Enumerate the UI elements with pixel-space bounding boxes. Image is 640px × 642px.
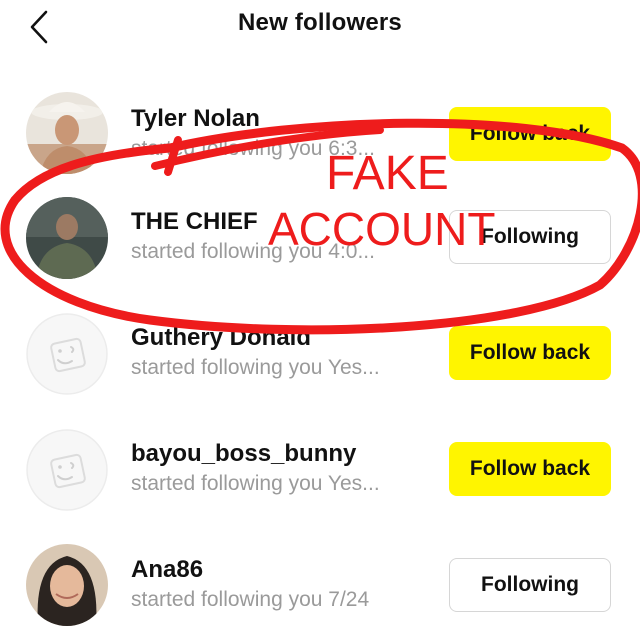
follow-subtitle: started following you 7/24 (131, 588, 370, 611)
avatar[interactable] (26, 197, 108, 279)
default-avatar-icon (26, 429, 108, 511)
default-avatar-icon (26, 313, 108, 395)
avatar[interactable] (26, 92, 108, 174)
fake-label: FAKE (326, 147, 449, 200)
follower-name[interactable]: bayou_boss_bunny (131, 440, 356, 468)
follower-name[interactable]: Ana86 (131, 556, 203, 584)
follow-back-button[interactable]: Follow back (449, 326, 611, 380)
follow-subtitle: started following you Yes... (131, 472, 380, 495)
follower-name[interactable]: Guthery Donald (131, 324, 311, 352)
list-item[interactable]: Tyler Nolan started following you 6:3...… (0, 75, 640, 191)
follower-name[interactable]: Tyler Nolan (131, 105, 260, 133)
follow-back-button[interactable]: Follow back (449, 442, 611, 496)
follower-name[interactable]: THE CHIEF (131, 208, 258, 236)
avatar[interactable] (26, 544, 108, 626)
list-item[interactable]: Guthery Donald started following you Yes… (0, 294, 640, 410)
list-item[interactable]: Ana86 started following you 7/24 Followi… (0, 526, 640, 642)
avatar[interactable] (26, 313, 108, 395)
followers-list: Tyler Nolan started following you 6:3...… (0, 0, 640, 626)
avatar[interactable] (26, 429, 108, 511)
account-label: ACCOUNT (268, 203, 496, 255)
follow-subtitle: started following you Yes... (131, 356, 380, 379)
following-button[interactable]: Following (449, 558, 611, 612)
follow-back-button[interactable]: Follow back (449, 107, 611, 161)
list-item[interactable]: bayou_boss_bunny started following you Y… (0, 410, 640, 526)
